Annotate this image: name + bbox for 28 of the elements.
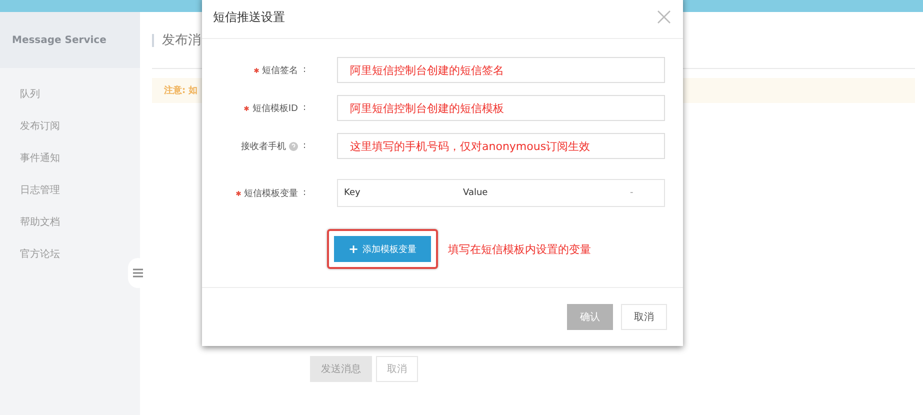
annotation-text: 填写在短信模板内设置的变量	[448, 242, 591, 256]
field-label: 短信签名	[262, 64, 298, 76]
sidebar-item[interactable]: 日志管理	[0, 174, 140, 206]
sidebar-item[interactable]: 发布订阅	[0, 110, 140, 142]
sidebar-item[interactable]: 队列	[0, 78, 140, 110]
text-field[interactable]: 阿里短信控制台创建的短信签名	[337, 57, 665, 83]
dialog-title: 短信推送设置	[213, 8, 285, 26]
sidebar-item[interactable]: 官方论坛	[0, 238, 140, 270]
column-header: Value	[463, 188, 489, 198]
colon: :	[302, 141, 306, 151]
cancel-button[interactable]: 取消	[621, 304, 667, 330]
sidebar-item[interactable]: 事件通知	[0, 142, 140, 174]
column-header: Key	[344, 188, 362, 198]
field-label: 短信模板变量	[244, 188, 298, 200]
field-label: 短信模板ID	[252, 102, 298, 114]
colon: :	[302, 103, 306, 113]
cancel-button[interactable]: 取消	[376, 356, 418, 382]
sidebar-title: Message Service	[0, 12, 140, 68]
text-field[interactable]: 这里填写的手机号码，仅对anonymous订阅生效	[337, 133, 665, 159]
close-icon[interactable]	[657, 10, 671, 24]
column-header: -	[630, 188, 634, 198]
field-label: 接收者手机	[240, 140, 286, 152]
menu-icon[interactable]	[133, 268, 143, 278]
colon: :	[302, 65, 306, 75]
text-field[interactable]: 阿里短信控制台创建的短信模板	[337, 95, 665, 121]
add-variable-button[interactable]: + 添加模板变量	[334, 236, 431, 262]
colon: :	[302, 188, 306, 198]
sidebar-item[interactable]: 帮助文档	[0, 206, 140, 238]
